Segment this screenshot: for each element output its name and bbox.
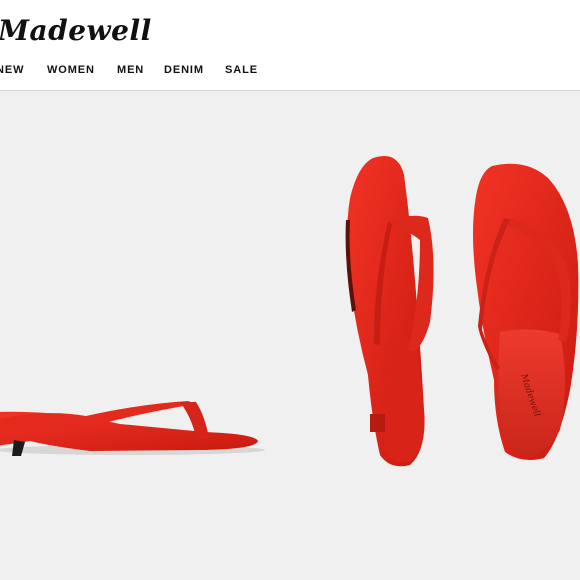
nav-item-new[interactable]: NEW — [0, 64, 24, 76]
nav-item-sale[interactable]: SALE — [225, 64, 258, 76]
nav-item-women[interactable]: WOMEN — [47, 64, 95, 76]
sandal-top-view-right: Madewell — [473, 163, 579, 460]
nav-item-men[interactable]: MEN — [117, 64, 144, 76]
red-thong-sandals-illustration: Madewell — [0, 156, 579, 467]
site-header: Madewell NEW WOMEN MEN DENIM SALE — [0, 0, 580, 91]
sandal-top-view-left — [345, 156, 434, 467]
nav-item-denim[interactable]: DENIM — [164, 64, 204, 76]
sandal-side-view — [0, 401, 265, 456]
brand-logo[interactable]: Madewell — [0, 14, 152, 47]
product-hero-image: Madewell — [0, 91, 580, 580]
